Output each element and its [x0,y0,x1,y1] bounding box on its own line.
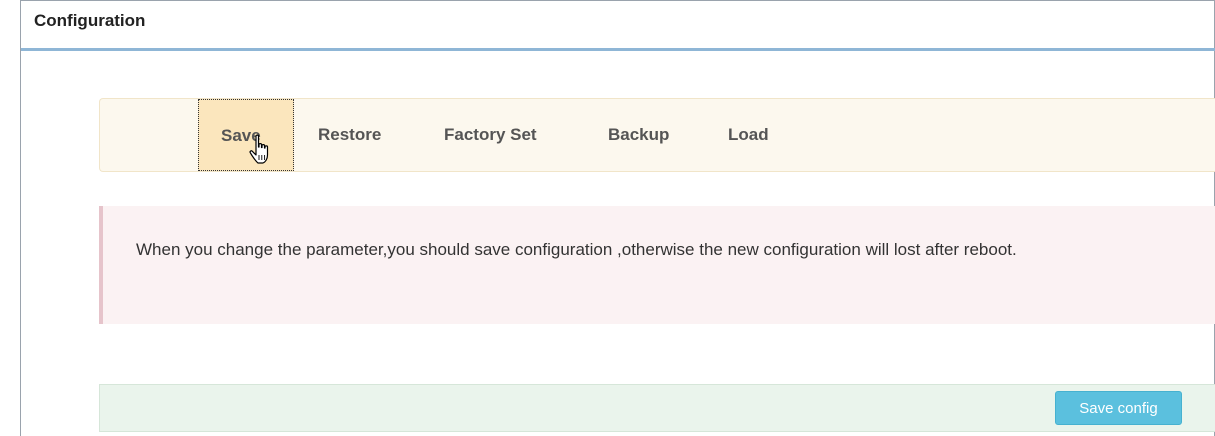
page-title: Configuration [34,11,146,30]
alert-message: When you change the parameter,you should… [136,240,1017,259]
title-divider [21,48,1215,51]
tab-backup[interactable]: Backup [608,99,669,171]
tab-save[interactable]: Save [198,99,294,171]
tab-restore[interactable]: Restore [318,99,381,171]
configuration-panel: Configuration Save Restore Factory Set B… [20,0,1215,436]
save-config-button[interactable]: Save config [1055,391,1182,425]
form-actions-bar: Save config [99,384,1215,432]
info-alert: When you change the parameter,you should… [99,206,1215,324]
config-tab-bar: Save Restore Factory Set Backup Load [99,98,1215,172]
tab-load[interactable]: Load [728,99,769,171]
tab-factory-set[interactable]: Factory Set [444,99,537,171]
